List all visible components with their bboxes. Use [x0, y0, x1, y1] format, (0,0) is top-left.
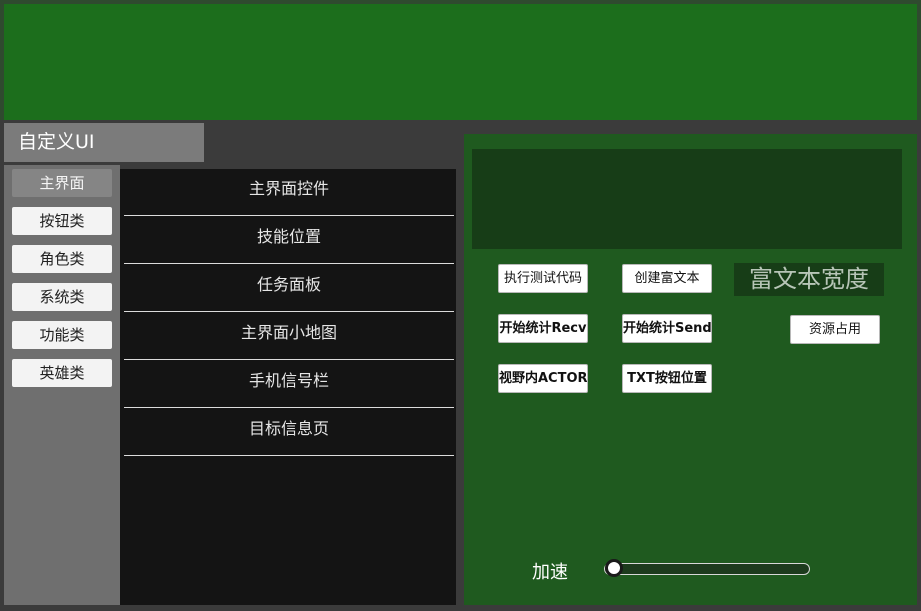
speed-label: 加速: [532, 562, 568, 583]
rich-text-width-label: 富文本宽度: [734, 263, 884, 296]
list-item-task-panel[interactable]: 任务面板: [124, 265, 454, 312]
rich-text-preview-area: [472, 149, 902, 249]
list-item-signal-bar[interactable]: 手机信号栏: [124, 361, 454, 408]
category-sidebar: 主界面 按钮类 角色类 系统类 功能类 英雄类: [4, 165, 120, 605]
create-rich-text-button[interactable]: 创建富文本: [622, 264, 712, 293]
resource-usage-button[interactable]: 资源占用: [790, 315, 880, 344]
txt-button-position-button[interactable]: TXT按钮位置: [622, 364, 712, 393]
start-stat-send-button[interactable]: 开始统计Send: [622, 314, 712, 343]
category-heroes[interactable]: 英雄类: [12, 359, 112, 387]
category-characters[interactable]: 角色类: [12, 245, 112, 273]
category-main-interface[interactable]: 主界面: [12, 169, 112, 197]
list-item-minimap[interactable]: 主界面小地图: [124, 313, 454, 360]
start-stat-recv-button[interactable]: 开始统计Recv: [498, 314, 588, 343]
item-list-panel: 主界面控件 技能位置 任务面板 主界面小地图 手机信号栏 目标信息页: [120, 169, 456, 605]
view-actor-button[interactable]: 视野内ACTOR: [498, 364, 588, 393]
category-functions[interactable]: 功能类: [12, 321, 112, 349]
list-item-main-controls[interactable]: 主界面控件: [124, 169, 454, 216]
category-buttons[interactable]: 按钮类: [12, 207, 112, 235]
list-item-skill-position[interactable]: 技能位置: [124, 217, 454, 264]
window-title: 自定义UI: [4, 123, 204, 162]
category-system[interactable]: 系统类: [12, 283, 112, 311]
exec-test-code-button[interactable]: 执行测试代码: [498, 264, 588, 293]
speed-slider-handle[interactable]: [605, 559, 623, 577]
game-scene-top: [4, 4, 917, 120]
detail-panel: 执行测试代码 创建富文本 富文本宽度 开始统计Recv 开始统计Send 资源占…: [464, 134, 917, 605]
list-item-target-info[interactable]: 目标信息页: [124, 409, 454, 456]
speed-slider[interactable]: [604, 559, 810, 577]
